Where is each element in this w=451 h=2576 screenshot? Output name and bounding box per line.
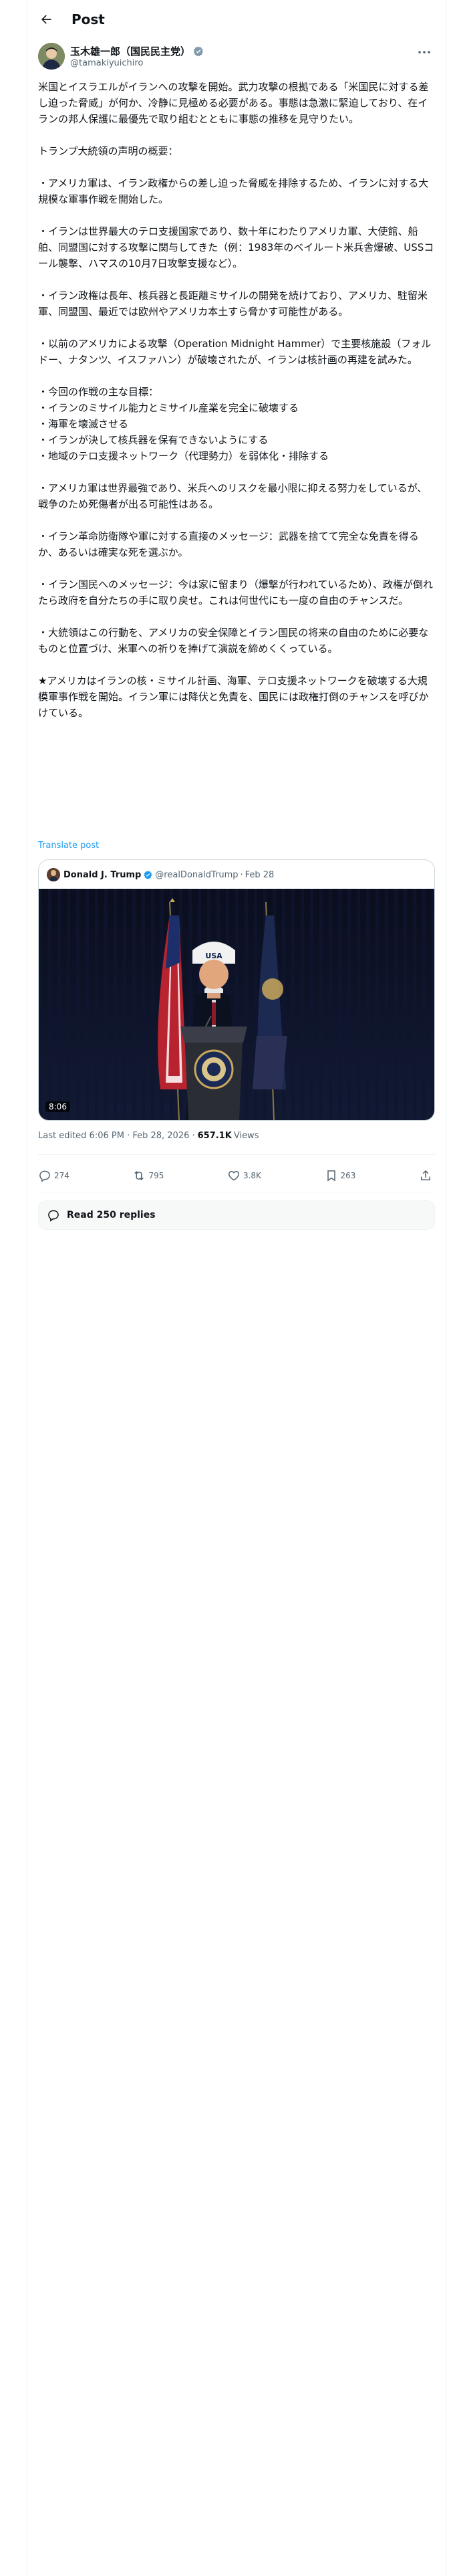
page-title: Post	[71, 11, 105, 27]
author-name[interactable]: 玉木雄一郎（国民民主党）	[70, 44, 190, 58]
divider	[38, 1154, 435, 1155]
views-count: 657.1K	[197, 1131, 232, 1141]
post-paragraph	[38, 368, 435, 384]
action-bar: 274 795 3.8K 263	[38, 1164, 435, 1188]
post-paragraph	[38, 464, 435, 480]
cap-text: USA	[205, 952, 222, 960]
bookmark-icon	[327, 1170, 335, 1182]
like-button[interactable]: 3.8K	[227, 1169, 261, 1182]
post-paragraph: ・イラン国民へのメッセージ：今は家に留まり（爆撃が行われているため）、政権が倒れ…	[38, 578, 434, 607]
post-paragraph	[38, 272, 435, 288]
post-paragraph: ・今回の作戦の主な目標：	[38, 386, 159, 398]
views-label: Views	[233, 1131, 259, 1141]
like-count: 3.8K	[243, 1171, 261, 1180]
name-row: 玉木雄一郎（国民民主党）	[70, 44, 204, 58]
repost-button[interactable]: 795	[132, 1169, 164, 1182]
reply-button[interactable]: 274	[38, 1169, 69, 1182]
quoted-author-name: Donald J. Trump	[63, 869, 142, 880]
back-button[interactable]	[34, 7, 58, 31]
page: Post 玉木雄一郎（国民民主党） @tamakiyuichiro 米国とイスラ…	[0, 0, 451, 2576]
main-column: Post 玉木雄一郎（国民民主党） @tamakiyuichiro 米国とイスラ…	[27, 0, 446, 2576]
post-text: 米国とイスラエルがイランへの攻撃を開始。武力攻撃の根拠である「米国民に対する差し…	[38, 79, 435, 721]
post-paragraph	[38, 207, 435, 223]
repost-icon	[134, 1171, 144, 1180]
video-duration: 8:06	[45, 1101, 70, 1112]
heart-icon	[228, 1170, 240, 1181]
quoted-post-date: Feb 28	[245, 869, 275, 880]
more-options-button[interactable]	[415, 45, 434, 59]
share-button[interactable]	[419, 1169, 435, 1182]
post-paragraph: ★アメリカはイランの核・ミサイル計画、海軍、テロ支援ネットワークを破壊する大規模…	[38, 675, 429, 719]
translate-post-link[interactable]: Translate post	[38, 841, 99, 851]
post-paragraph	[38, 320, 435, 336]
post-paragraph: ・アメリカ軍は、イラン政権からの差し迫った脅威を排除するため、イランに対する大規…	[38, 177, 429, 205]
quoted-author-handle: @realDonaldTrump	[155, 869, 239, 880]
post-paragraph	[38, 657, 435, 673]
share-icon	[420, 1170, 430, 1180]
post-paragraph: ・イラン政権は長年、核兵器と長距離ミサイルの開発を続けており、アメリカ、駐留米軍…	[38, 290, 428, 318]
post-paragraph: ・海軍を壊滅させる	[38, 418, 129, 430]
author-handle[interactable]: @tamakiyuichiro	[70, 58, 143, 68]
quoted-post[interactable]: Donald J. Trump @realDonaldTrump · Feb 2…	[38, 859, 435, 1121]
more-icon	[418, 51, 430, 53]
post-paragraph: トランプ大統領の声明の概要：	[38, 145, 178, 157]
post-paragraph: ・イランのミサイル能力とミサイル産業を完全に破壊する	[38, 402, 299, 414]
post-paragraph: ・地域のテロ支援ネットワーク（代理勢力）を弱体化・排除する	[38, 450, 329, 462]
bookmark-button[interactable]: 263	[325, 1169, 356, 1182]
post-paragraph	[38, 609, 435, 625]
edited-timestamp[interactable]: Last edited 6:06 PM · Feb 28, 2026 ·	[38, 1131, 195, 1141]
top-bar: Post	[27, 0, 446, 38]
reply-count: 274	[54, 1171, 69, 1180]
post-paragraph: ・以前のアメリカによる攻撃（Operation Midnight Hammer）…	[38, 338, 432, 366]
quoted-video[interactable]: USA 8:06	[39, 889, 434, 1120]
reply-icon	[39, 1170, 50, 1182]
read-replies-button[interactable]: Read 250 replies	[38, 1200, 435, 1230]
quoted-avatar	[47, 868, 60, 881]
quoted-post-header: Donald J. Trump @realDonaldTrump · Feb 2…	[47, 868, 274, 881]
reply-icon	[48, 1210, 59, 1222]
arrow-left-icon	[41, 14, 51, 24]
verified-badge-icon	[144, 870, 152, 879]
avatar[interactable]	[38, 43, 65, 70]
verified-badge-icon	[193, 45, 203, 56]
separator-dot: ·	[240, 869, 243, 880]
read-replies-label: Read 250 replies	[67, 1210, 156, 1220]
post-paragraph	[38, 512, 435, 528]
post-paragraph: ・イランは世界最大のテロ支援国家であり、数十年にわたりアメリカ軍、大使館、船舶、…	[38, 225, 434, 270]
post-meta: Last edited 6:06 PM · Feb 28, 2026 · 657…	[38, 1131, 259, 1141]
repost-count: 795	[148, 1171, 164, 1180]
post-paragraph	[38, 159, 435, 175]
post-paragraph: 米国とイスラエルがイランへの攻撃を開始。武力攻撃の根拠である「米国民に対する差し…	[38, 81, 429, 125]
bookmark-count: 263	[340, 1171, 356, 1180]
avatar-image	[38, 43, 65, 70]
post-paragraph	[38, 127, 435, 143]
post-paragraph: ・アメリカ軍は世界最強であり、米兵へのリスクを最小限に抑える努力をしているが、戦…	[38, 482, 428, 510]
post-author: 玉木雄一郎（国民民主党） @tamakiyuichiro	[38, 43, 435, 75]
post-paragraph	[38, 560, 435, 576]
post-paragraph: ・イランが決して核兵器を保有できないようにする	[38, 434, 269, 446]
post-paragraph: ・大統領はこの行動を、アメリカの安全保障とイラン国民の将来の自由のために必要なも…	[38, 627, 429, 655]
post-paragraph: ・イラン革命防衛隊や軍に対する直接のメッセージ：武器を捨てて完全な免責を得るか、…	[38, 530, 419, 558]
video-thumbnail: USA	[39, 889, 434, 1120]
